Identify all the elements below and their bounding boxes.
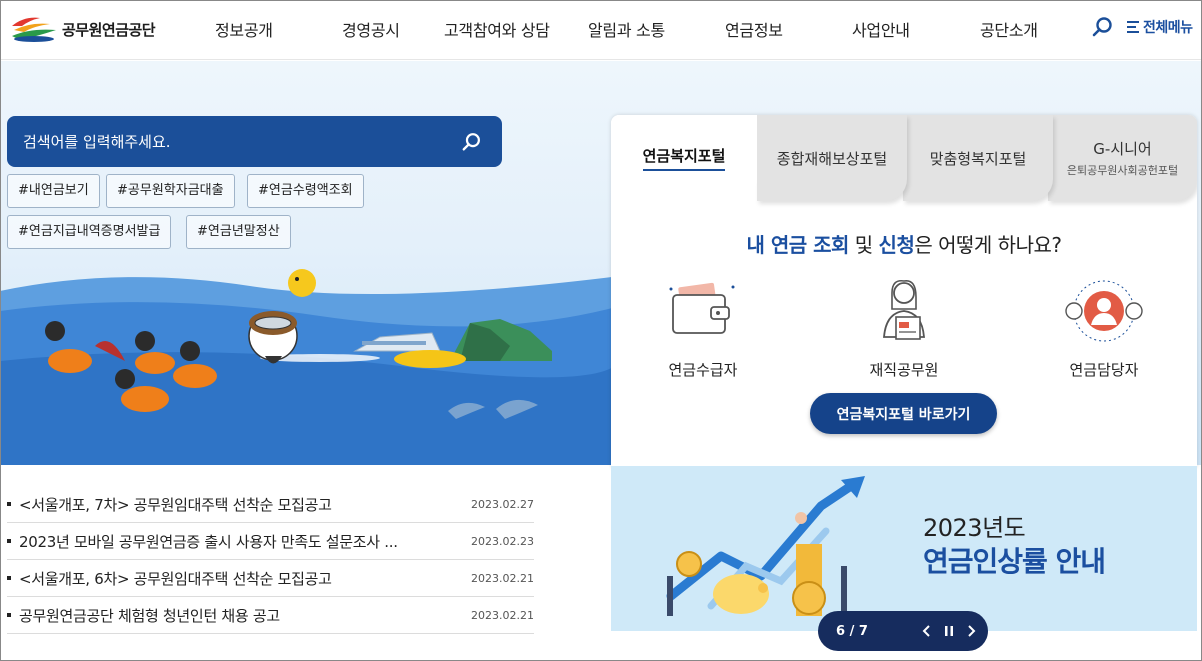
banner-illustration [666, 476, 865, 616]
tag-student-loan[interactable]: #공무원학자금대출 [106, 174, 235, 208]
search-input[interactable]: 검색어를 입력해주세요. [23, 131, 452, 152]
tab-label: 종합재해보상포털 [776, 149, 888, 168]
tag-year-end-settlement[interactable]: #연금년말정산 [186, 215, 291, 249]
notice-date: 2023.02.27 [471, 497, 534, 511]
main-search-bar[interactable]: 검색어를 입력해주세요. [7, 116, 502, 167]
notice-item[interactable]: <서울개포, 7차> 공무원임대주택 선착순 모집공고 2023.02.27 [7, 486, 534, 523]
tab-label: 맞춤형복지포털 [929, 149, 1027, 168]
notice-item[interactable]: 공무원연금공단 체험형 청년인턴 채용 공고 2023.02.21 [7, 597, 534, 634]
tab-pension-welfare-portal[interactable]: 연금복지포털 [611, 115, 757, 201]
all-menu-button[interactable]: 전체메뉴 [1126, 17, 1193, 37]
bullet-icon [7, 539, 11, 543]
question-highlight: 내 연금 조회 [746, 233, 849, 257]
portal-question: 내 연금 조회 및 신청은 어떻게 하나요? [611, 229, 1197, 258]
manager-icon [1065, 280, 1143, 342]
nav-customer-participation[interactable]: 고객참여와 상담 [444, 17, 550, 41]
pension-portal-shortcut-button[interactable]: 연금복지포털 바로가기 [810, 393, 997, 434]
tag-my-pension[interactable]: #내연금보기 [7, 174, 100, 208]
tab-g-senior[interactable]: G-시니어 은퇴공무원사회공헌포털 [1048, 115, 1197, 201]
tab-label: 연금복지포털 [642, 145, 726, 171]
notice-list: <서울개포, 7차> 공무원임대주택 선착순 모집공고 2023.02.27 2… [0, 466, 609, 661]
slide-counter: 6 / 7 [836, 623, 868, 639]
question-highlight: 신청 [878, 233, 915, 257]
notice-item[interactable]: 2023년 모바일 공무원연금증 출시 사용자 만족도 설문조사 ... 202… [7, 523, 534, 560]
nav-about[interactable]: 공단소개 [980, 17, 1038, 41]
persona-civil-servant[interactable]: 재직공무원 [844, 275, 964, 380]
notice-title[interactable]: <서울개포, 6차> 공무원임대주택 선착순 모집공고 [19, 568, 470, 589]
nav-pension-info[interactable]: 연금정보 [725, 17, 783, 41]
notice-item[interactable]: <서울개포, 6차> 공무원임대주택 선착순 모집공고 2023.02.21 [7, 560, 534, 597]
persona-label: 연금수급자 [668, 361, 738, 379]
tab-sublabel: 은퇴공무원사회공헌포털 [1066, 164, 1179, 177]
tab-disaster-compensation-portal[interactable]: 종합재해보상포털 [757, 115, 907, 201]
nav-business-guide[interactable]: 사업안내 [852, 17, 910, 41]
nav-management-disclosure[interactable]: 경영공시 [342, 17, 400, 41]
menu-icon [1127, 21, 1139, 33]
bullet-icon [7, 576, 11, 580]
logo-icon [12, 17, 56, 42]
persona-pensioner[interactable]: 연금수급자 [643, 275, 763, 380]
banner-title: 연금인상률 안내 [923, 545, 1106, 578]
prev-slide-icon[interactable] [916, 620, 938, 642]
notice-date: 2023.02.21 [471, 608, 534, 622]
site-logo[interactable]: 공무원연금공단 [10, 12, 156, 46]
nav-info-disclosure[interactable]: 정보공개 [215, 17, 273, 41]
tab-custom-welfare-portal[interactable]: 맞춤형복지포털 [903, 115, 1053, 201]
tag-payment-certificate[interactable]: #연금지급내역증명서발급 [7, 215, 172, 249]
all-menu-label: 전체메뉴 [1143, 20, 1193, 36]
persona-label: 재직공무원 [869, 361, 939, 379]
question-text: 은 어떻게 하나요? [914, 233, 1062, 257]
notice-title[interactable]: 공무원연금공단 체험형 청년인턴 채용 공고 [19, 605, 470, 626]
logo-text: 공무원연금공단 [62, 20, 156, 39]
notice-title[interactable]: <서울개포, 7차> 공무원임대주택 선착순 모집공고 [19, 494, 470, 515]
portal-tabs: G-시니어 은퇴공무원사회공헌포털 맞춤형복지포털 종합재해보상포털 연금복지포… [611, 115, 1197, 207]
header-search-icon[interactable] [1091, 15, 1115, 39]
persona-pension-manager[interactable]: 연금담당자 [1044, 275, 1164, 380]
notice-date: 2023.02.21 [471, 571, 534, 585]
site-header: 공무원연금공단 정보공개 경영공시 고객참여와 상담 알림과 소통 연금정보 사… [0, 0, 1202, 60]
persona-label: 연금담당자 [1069, 361, 1139, 379]
notice-title[interactable]: 2023년 모바일 공무원연금증 출시 사용자 만족도 설문조사 ... [19, 531, 470, 552]
notice-date: 2023.02.23 [471, 534, 534, 548]
banner-pager: 6 / 7 [818, 611, 988, 651]
tag-pension-amount[interactable]: #연금수령액조회 [247, 174, 364, 208]
bullet-icon [7, 613, 11, 617]
banner-year: 2023년도 [923, 514, 1026, 542]
employee-icon [883, 279, 925, 340]
bullet-icon [7, 502, 11, 506]
next-slide-icon[interactable] [960, 620, 982, 642]
pause-icon[interactable] [938, 620, 960, 642]
question-text: 및 [848, 233, 879, 257]
tab-label: G-시니어 [1093, 140, 1152, 158]
search-submit-icon[interactable] [452, 122, 492, 162]
portal-panel: G-시니어 은퇴공무원사회공헌포털 맞춤형복지포털 종합재해보상포털 연금복지포… [611, 115, 1197, 467]
pension-increase-banner[interactable]: 2023년도 연금인상률 안내 [611, 466, 1197, 631]
nav-news-communication[interactable]: 알림과 소통 [588, 17, 665, 41]
wallet-icon [669, 282, 735, 334]
